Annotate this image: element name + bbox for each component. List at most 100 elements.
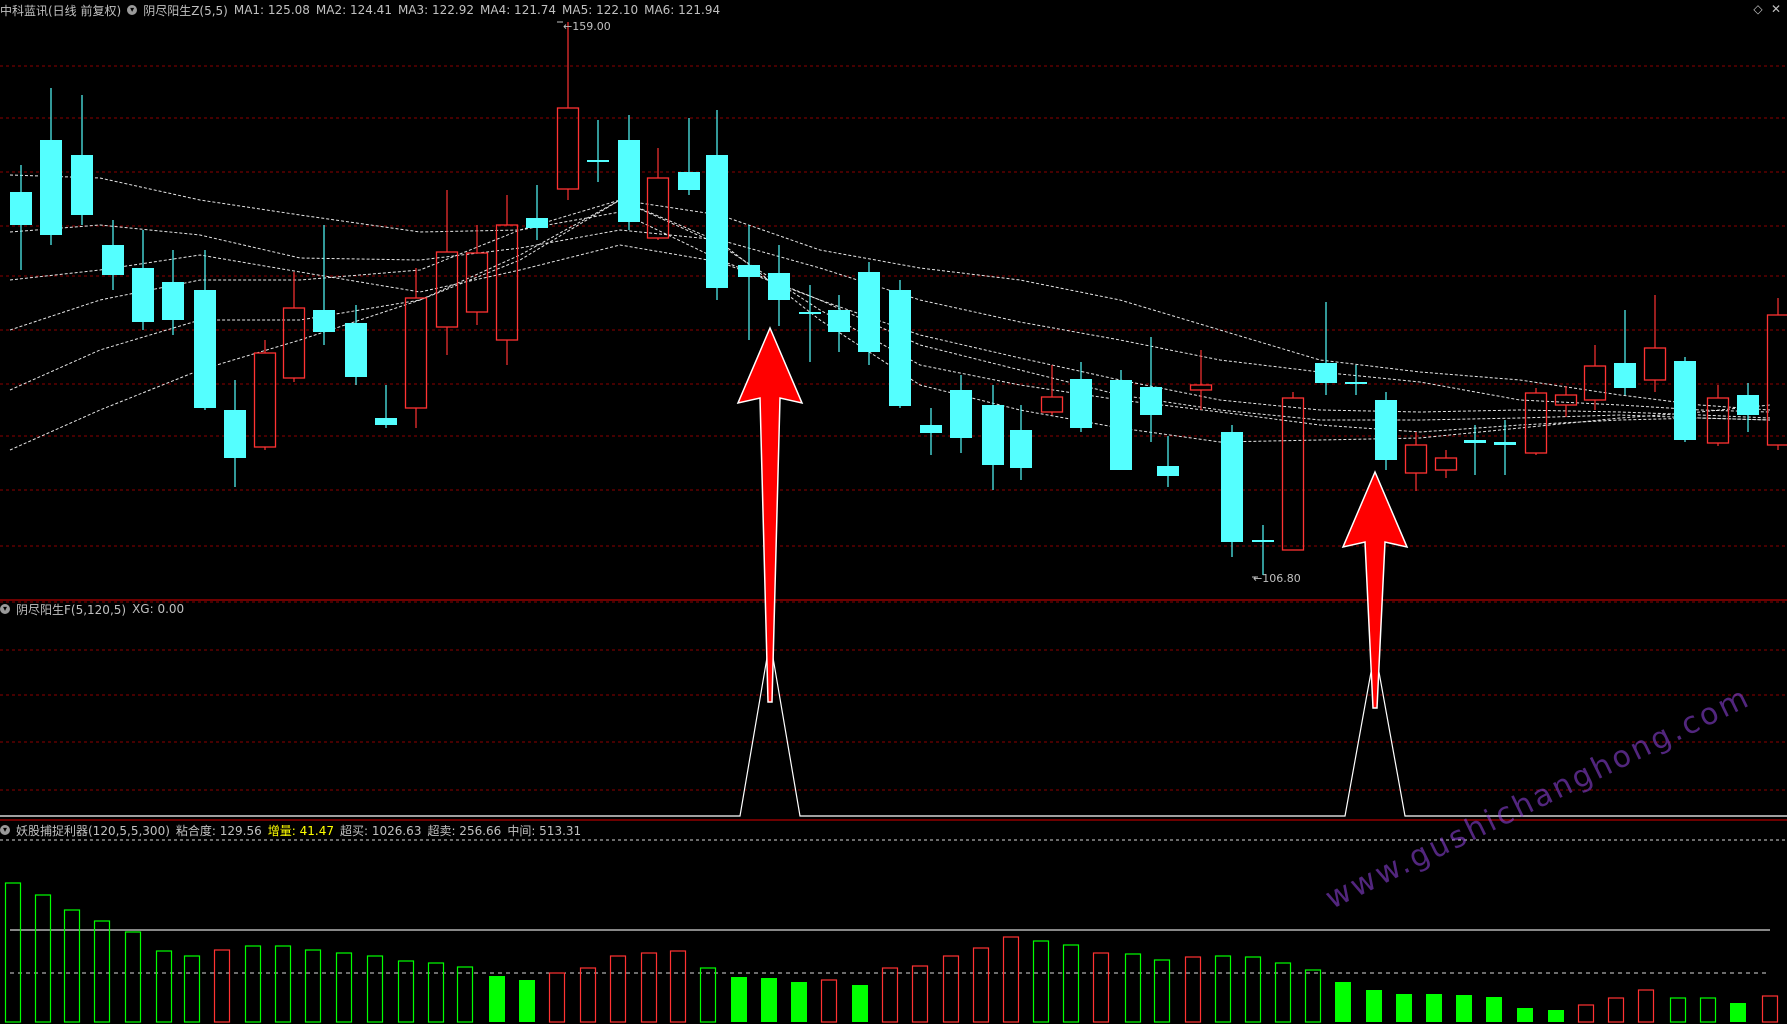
volume-bar-green-hollow	[335, 952, 353, 1023]
volume-bar-green	[761, 978, 777, 1022]
ma2-value: MA2: 124.41	[315, 3, 392, 17]
candle-down	[1737, 395, 1759, 415]
ma3-value: MA3: 122.92	[397, 3, 474, 17]
volume-bar-green-hollow	[63, 909, 81, 1023]
candle-down	[1140, 387, 1162, 415]
volume-bar-green-hollow	[456, 966, 474, 1023]
volume-bar-red	[609, 955, 627, 1023]
kline-chart[interactable]	[0, 0, 1787, 1024]
ma6-value: MA6: 121.94	[644, 3, 721, 17]
indicator-toggle-icon[interactable]: ▾	[0, 825, 10, 835]
ma1-value: MA1: 125.08	[233, 3, 310, 17]
volume-bar-green-hollow	[427, 962, 445, 1023]
ma4-value: MA4: 121.74	[480, 3, 557, 17]
candle-down	[950, 390, 972, 438]
volume-bar-green	[519, 980, 535, 1022]
candlesticks	[10, 21, 1787, 578]
volume-bar-green	[1456, 995, 1472, 1022]
close-icon[interactable]: ✕	[1769, 2, 1783, 16]
volume-bar-green	[1486, 997, 1502, 1022]
candle-down	[678, 172, 700, 190]
volume-bar-green	[1548, 1010, 1564, 1022]
volume-bar-green-hollow	[244, 945, 262, 1023]
candle-down	[889, 290, 911, 406]
candle-up	[1524, 392, 1548, 454]
diamond-icon[interactable]: ◇	[1751, 2, 1765, 16]
ma5-value: MA5: 122.10	[562, 3, 639, 17]
low-price-label: ←106.80	[1253, 572, 1301, 585]
candle-down	[706, 155, 728, 288]
volume-bar-green-hollow	[124, 931, 142, 1023]
volume-bar-green-hollow	[1669, 997, 1687, 1023]
volume-bar-green	[1730, 1003, 1746, 1022]
volume-bars	[4, 882, 1779, 1023]
indicator-name[interactable]: 阴尽阳生Z(5,5)	[143, 2, 228, 19]
volume-bar-green-hollow	[1244, 956, 1262, 1023]
red-arrow-icon	[736, 326, 804, 703]
xg-value: XG: 0.00	[132, 602, 185, 616]
volume-bar-green	[1335, 982, 1351, 1022]
candle-down	[1157, 466, 1179, 476]
candle-down	[375, 418, 397, 425]
candle-up	[1554, 394, 1578, 406]
candle-up	[282, 307, 306, 379]
volume-bar-green	[489, 976, 505, 1022]
candle-down	[194, 290, 216, 408]
indicator-name[interactable]: 阴尽阳生F(5,120,5)	[16, 601, 126, 618]
panel1-header: 中科蓝讯(日线 前复权) ▾ 阴尽阳生Z(5,5) MA1: 125.08 MA…	[0, 1, 720, 19]
candle-up	[495, 224, 519, 341]
volume-bar-red	[1184, 956, 1202, 1023]
volume-bar-green-hollow	[1032, 940, 1050, 1023]
candle-down	[1494, 442, 1516, 445]
volume-bar-green-hollow	[1124, 953, 1142, 1023]
candle-down	[132, 268, 154, 322]
candle-down	[1464, 440, 1486, 443]
indicator-name[interactable]: 妖股捕捉利器(120,5,5,300)	[16, 822, 170, 839]
volume-bar-red	[213, 949, 231, 1023]
candle-up	[1434, 457, 1458, 471]
candle-up	[646, 177, 670, 239]
volume-bar-red	[669, 950, 687, 1023]
volume-bar-green-hollow	[1699, 997, 1717, 1023]
candle-down	[1375, 400, 1397, 460]
volume-bar-green	[1396, 994, 1412, 1022]
candle-down	[162, 282, 184, 320]
volume-bar-red	[1637, 989, 1655, 1023]
stock-title[interactable]: 中科蓝讯(日线 前复权)	[0, 2, 121, 19]
volume-bar-red	[1577, 1004, 1595, 1023]
candle-up	[404, 297, 428, 409]
volume-bar-green-hollow	[34, 894, 52, 1023]
red-arrow-icon	[1341, 470, 1409, 709]
indicator-toggle-icon[interactable]: ▾	[127, 5, 138, 15]
volume-bar-green	[1366, 990, 1382, 1022]
volume-bar-green	[791, 982, 807, 1022]
candle-up	[556, 107, 580, 190]
volume-bar-green-hollow	[1274, 962, 1292, 1023]
volume-bar-green-hollow	[366, 955, 384, 1023]
panel2-header: ▾ 阴尽阳生F(5,120,5) XG: 0.00	[0, 600, 184, 618]
candle-down	[587, 160, 609, 162]
volume-bar-green	[1517, 1008, 1533, 1022]
volume-bar-red	[1761, 995, 1779, 1023]
candle-down	[102, 245, 124, 275]
volume-bar-red	[1092, 952, 1110, 1023]
volume-bar-red	[972, 947, 990, 1023]
candle-down	[224, 410, 246, 458]
candle-down	[738, 265, 760, 277]
volume-bar-red	[881, 967, 899, 1023]
volume-bar-green	[1426, 994, 1442, 1022]
candle-down	[768, 273, 790, 300]
volume-bar-red	[942, 955, 960, 1023]
volume-bar-green-hollow	[274, 945, 292, 1023]
candle-down	[828, 310, 850, 332]
candle-down	[858, 272, 880, 352]
candle-down	[40, 140, 62, 235]
volume-bar-red	[548, 972, 566, 1023]
volume-bar-red	[640, 952, 658, 1023]
volume-bar-green-hollow	[1062, 944, 1080, 1023]
candle-down	[1252, 540, 1274, 542]
overbought-value: 超买: 1026.63	[339, 823, 422, 838]
indicator-toggle-icon[interactable]: ▾	[0, 604, 10, 614]
volume-bar-green-hollow	[183, 955, 201, 1023]
volume-bar-red	[1607, 997, 1625, 1023]
